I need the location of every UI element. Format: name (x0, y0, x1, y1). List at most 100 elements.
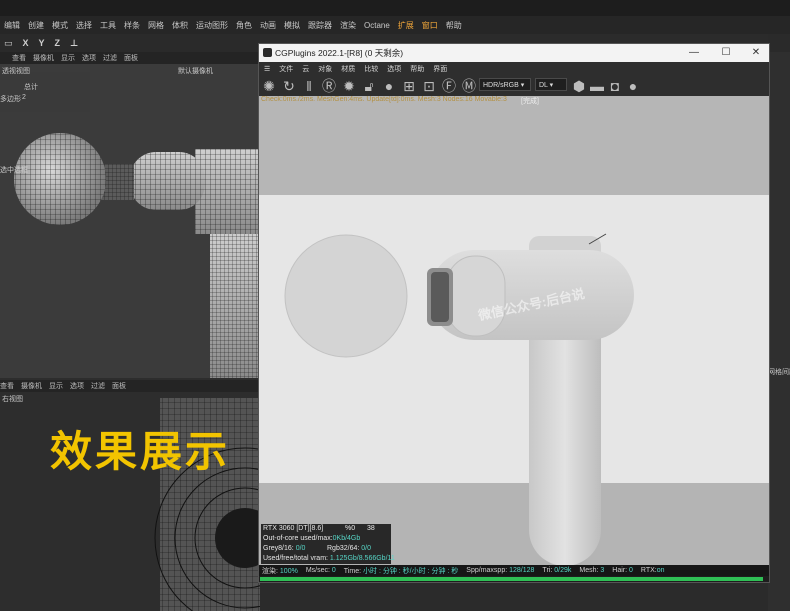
c4d-menu-item[interactable]: Octane (364, 21, 390, 30)
viewport-menu-item[interactable]: 查看 (12, 53, 26, 63)
wireframe-model-front (0, 378, 260, 611)
coordinate-system-icon[interactable]: ⊥ (70, 38, 78, 49)
rendered-massager-image (259, 96, 769, 565)
c4d-menu-item[interactable]: 模拟 (284, 20, 300, 31)
c4d-menu-item[interactable]: 模式 (52, 20, 68, 31)
gpu-label: RTX 3060 [DT][8.6] (263, 525, 324, 532)
viewport-menu-item[interactable]: 摄像机 (33, 53, 54, 63)
colorspace-select[interactable]: HDR/sRGB ▾ (479, 78, 531, 91)
c4d-menu-item[interactable]: 角色 (236, 20, 252, 31)
rectangle-icon[interactable]: ▬ (589, 78, 605, 94)
viewport-menu-item[interactable]: 显示 (61, 53, 75, 63)
c4d-menu-item[interactable]: 工具 (100, 20, 116, 31)
camera-icon[interactable]: ◘ (607, 78, 623, 94)
right-viewport[interactable]: 右视图 (0, 378, 260, 611)
kernel-select[interactable]: DL ▾ (535, 78, 567, 91)
c4d-menu-item[interactable]: 创建 (28, 20, 44, 31)
render-menu-item[interactable]: 文件 (279, 64, 293, 74)
viewport-menu-item[interactable]: 显示 (49, 381, 63, 391)
viewport-menu-lower: 查看 摄像机 显示 选项 过滤 面板 (0, 380, 260, 392)
mesh-stat: Mesh: 3 (579, 567, 605, 574)
viewport-menu-item[interactable]: 面板 (112, 381, 126, 391)
c4d-menu-item[interactable]: 样条 (124, 20, 140, 31)
hair-stat: Hair: 0 (612, 567, 633, 574)
c4d-menu-item[interactable]: 网格 (148, 20, 164, 31)
add-region-icon[interactable]: ⊞ (401, 78, 417, 94)
vram-row: Used/free/total vram: 1.125Gb/8.566Gb/11 (263, 555, 395, 562)
render-info-panel: RTX 3060 [DT][8.6] %0 38 Out-of-core use… (261, 524, 395, 564)
render-viewport[interactable]: Check:0ms./2ms. MeshGen:4ms. Update[td]:… (259, 96, 769, 565)
menu-hamburger-icon[interactable]: ☰ (264, 65, 270, 73)
axis-z-button[interactable]: Z (55, 38, 61, 48)
start-render-icon[interactable]: ✺ (261, 78, 277, 94)
gpu-percent: %0 (345, 525, 356, 532)
rgb-row: Rgb32/64: 0/0 (327, 545, 371, 552)
render-menu-item[interactable]: 比较 (364, 64, 378, 74)
viewport-menu-item[interactable]: 选项 (70, 381, 84, 391)
material-picker-icon[interactable]: Ⓜ (461, 78, 477, 94)
polygons-value: 2 (22, 94, 26, 101)
render-menu-item[interactable]: 帮助 (410, 64, 424, 74)
close-icon[interactable]: ✕ (741, 45, 771, 61)
render-menu-item[interactable]: 材质 (341, 64, 355, 74)
viewport2-label: 右视图 (2, 396, 23, 403)
viewport-menu-item[interactable]: 过滤 (103, 53, 117, 63)
window-titlebar[interactable]: CGPlugins 2022.1-[R8] (0 天剩余) — ☐ ✕ (259, 44, 769, 62)
c4d-menu-item[interactable]: 编辑 (4, 20, 20, 31)
region-render-icon[interactable]: Ⓡ (321, 78, 337, 94)
c4d-menu-item[interactable]: 扩展 (398, 20, 414, 31)
render-menu-item[interactable]: 对象 (318, 64, 332, 74)
axis-y-button[interactable]: Y (39, 38, 45, 48)
c4d-menu-item[interactable]: 动画 (260, 20, 276, 31)
render-menu-item[interactable]: 选项 (387, 64, 401, 74)
toolbar-undo-icon[interactable]: ▭ (4, 38, 13, 49)
right-panel-strip: 网格间距 : 5 (768, 52, 790, 611)
render-progress-bar (259, 576, 769, 582)
maximize-icon[interactable]: ☐ (711, 45, 741, 61)
hexagon-icon[interactable]: ⬢ (571, 78, 587, 94)
viewport-menu: 查看 摄像机 显示 选项 过滤 面板 (0, 52, 260, 64)
minimize-icon[interactable]: — (679, 45, 709, 61)
c4d-menu-item[interactable]: 选择 (76, 20, 92, 31)
gpu-temp: 38 (367, 525, 375, 532)
spp-stat: Spp/maxspp: 128/128 (466, 567, 535, 574)
render-menu-item[interactable]: 界面 (433, 64, 447, 74)
restart-render-icon[interactable]: ↻ (281, 78, 297, 94)
app-logo-icon (263, 48, 272, 57)
c4d-menu-item[interactable]: 运动图形 (196, 20, 228, 31)
focus-picker-icon[interactable]: ⊡ (421, 78, 437, 94)
axis-x-button[interactable]: X (23, 38, 29, 48)
window-title: CGPlugins 2022.1-[R8] (0 天剩余) (275, 48, 404, 58)
c4d-menu-item[interactable]: 渲染 (340, 20, 356, 31)
cgplugins-render-window[interactable]: CGPlugins 2022.1-[R8] (0 天剩余) — ☐ ✕ ☰ 文件… (258, 43, 770, 583)
sphere-preview-icon[interactable]: ● (381, 78, 397, 94)
c4d-menu-item[interactable]: 帮助 (446, 20, 462, 31)
film-settings-icon[interactable]: Ⓕ (441, 78, 457, 94)
lock-icon[interactable]: 🔓︎ (361, 78, 377, 94)
viewport-menu-item[interactable]: 面板 (124, 53, 138, 63)
perspective-viewport[interactable]: 透视视图 默认摄像机 总计 多边形 2 选中选框 (0, 64, 260, 379)
rtx-stat: RTX:on (640, 567, 665, 574)
viewport-menu-item[interactable]: 选项 (82, 53, 96, 63)
render-stats-bar: 渲染: 100% Ms/sec: 0 Time: 小时 : 分钟 : 秒/小时 … (259, 565, 769, 576)
viewport-menu-item[interactable]: 查看 (0, 381, 14, 391)
selected-label: 选中选框 (0, 167, 28, 174)
stats-label: 总计 (24, 84, 38, 91)
circle-icon[interactable]: ● (625, 78, 641, 94)
c4d-menu-item[interactable]: 体积 (172, 20, 188, 31)
c4d-menu-item[interactable]: 跟踪器 (308, 20, 332, 31)
render-progress-stat: 渲染: 100% (262, 567, 298, 575)
c4d-axis-toolbar: ▭ X Y Z ⊥ (0, 34, 260, 52)
pause-render-icon[interactable]: ‖ (301, 78, 317, 94)
settings-gear-icon[interactable]: ✹ (341, 78, 357, 94)
tri-stat: Tri: 0/29k (542, 567, 572, 574)
viewport-menu-item[interactable]: 摄像机 (21, 381, 42, 391)
viewport-label: 透视视图 (2, 68, 30, 75)
render-menu-item[interactable]: 云 (302, 64, 309, 74)
c4d-menubar: 编辑 创建 模式 选择 工具 样条 网格 体积 运动图形 角色 动画 模拟 跟踪器 渲染 Octane 扩展窗… (0, 16, 790, 34)
polygons-label: 多边形 (0, 96, 21, 103)
c4d-menu-item[interactable]: 窗口 (422, 20, 438, 31)
viewport-menu-item[interactable]: 过滤 (91, 381, 105, 391)
time-stat: Time: 小时 : 分钟 : 秒/小时 : 分钟 : 秒 (343, 567, 459, 575)
render-progress-fill (260, 577, 763, 581)
